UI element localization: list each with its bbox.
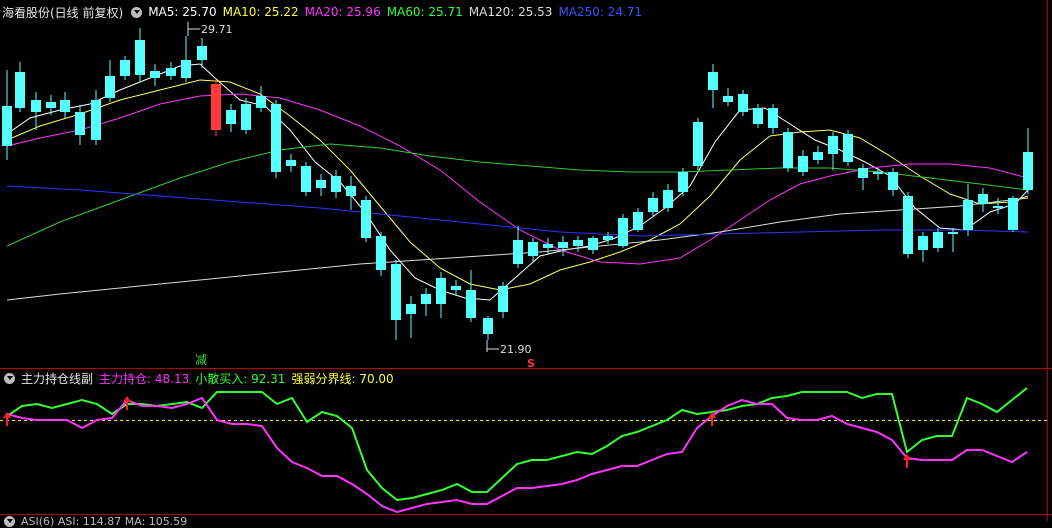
- candle-body: [1008, 198, 1018, 230]
- candle-body: [286, 160, 296, 166]
- ma5-value: MA5: 25.70: [148, 5, 217, 19]
- candle-body: [301, 166, 311, 192]
- candle-body: [993, 206, 1003, 208]
- main-holding-value: 主力持仓: 48.13: [99, 371, 190, 386]
- candle-body: [708, 72, 718, 90]
- ma250-value: MA250: 24.71: [558, 5, 643, 19]
- candle-body: [241, 104, 251, 130]
- candle-body: [211, 84, 221, 130]
- candle-body: [858, 168, 868, 178]
- dropdown-icon[interactable]: [4, 515, 15, 527]
- candle-body: [783, 132, 793, 168]
- candle-body: [588, 238, 598, 250]
- candle-body: [150, 71, 160, 78]
- candle-body: [316, 180, 326, 188]
- ma60-value: MA60: 25.71: [386, 5, 463, 19]
- candle-body: [768, 108, 778, 128]
- candle-body: [75, 112, 85, 135]
- candle-body: [91, 100, 101, 140]
- sell-marker: S: [527, 357, 535, 370]
- candle-body: [197, 46, 207, 60]
- candle-body: [693, 122, 703, 166]
- candle-body: [528, 242, 538, 256]
- candle-body: [135, 40, 145, 75]
- reduce-marker: 减: [195, 353, 207, 367]
- candle-body: [903, 196, 913, 254]
- asi-header: ASI(6) ASI: 114.87 MA: 105.59: [0, 514, 193, 528]
- candle-body: [663, 190, 673, 208]
- candle-body: [543, 244, 553, 248]
- candle-body: [843, 134, 853, 162]
- candle-body: [603, 236, 613, 240]
- candle-body: [60, 100, 70, 112]
- candle-body: [105, 76, 115, 98]
- candle-body: [421, 294, 431, 304]
- candle-body: [948, 232, 958, 234]
- candle-body: [391, 264, 401, 320]
- candle-body: [873, 172, 883, 174]
- candle-body: [828, 136, 838, 154]
- candle-body: [933, 232, 943, 248]
- candle-body: [1023, 152, 1033, 190]
- candle-body: [120, 60, 130, 76]
- candle-body: [31, 100, 41, 112]
- high-price-label: 29.71: [201, 23, 233, 36]
- candle-body: [963, 200, 973, 230]
- candle-body: [46, 102, 56, 108]
- candle-body: [361, 200, 371, 238]
- indicator-title: 主力持仓线副: [21, 371, 94, 386]
- candle-body: [648, 198, 658, 212]
- candle-body: [573, 240, 583, 246]
- candle-body: [166, 68, 176, 76]
- candle-body: [466, 290, 476, 318]
- candle-body: [451, 286, 461, 290]
- low-price-label: 21.90: [500, 343, 532, 356]
- asi-label: ASI(6) ASI: 114.87 MA: 105.59: [21, 514, 188, 528]
- candle-body: [181, 60, 191, 78]
- candle-body: [918, 236, 928, 250]
- candle-body: [436, 278, 446, 304]
- candle-body: [678, 172, 688, 192]
- candle-body: [346, 186, 356, 196]
- candle-body: [798, 156, 808, 172]
- candle-body: [483, 318, 493, 334]
- candle-body: [813, 152, 823, 160]
- candle-body: [226, 110, 236, 124]
- candle-body: [15, 72, 25, 108]
- candle-body: [498, 286, 508, 312]
- candle-body: [376, 236, 386, 270]
- candle-body: [618, 218, 628, 246]
- candle-body: [513, 240, 523, 264]
- ma120-value: MA120: 25.53: [468, 5, 553, 19]
- stock-title: 海看股份(日线 前复权): [2, 5, 124, 20]
- candle-body: [888, 172, 898, 190]
- candle-body: [558, 242, 568, 248]
- ma20-value: MA20: 25.96: [304, 5, 381, 19]
- candle-body: [331, 176, 341, 192]
- retail-buy-value: 小散买入: 92.31: [195, 371, 286, 386]
- candle-body: [723, 96, 733, 102]
- candle-body: [738, 94, 748, 112]
- candle-body: [256, 96, 266, 108]
- threshold-value: 强弱分界线: 70.00: [291, 371, 394, 386]
- price-header: 海看股份(日线 前复权) MA5: 25.70 MA10: 25.22 MA20…: [0, 3, 648, 21]
- candle-body: [633, 212, 643, 230]
- ma10-value: MA10: 25.22: [222, 5, 299, 19]
- dropdown-icon[interactable]: [131, 6, 143, 18]
- candle-body: [271, 104, 281, 172]
- dropdown-icon[interactable]: [4, 372, 15, 384]
- indicator-header: 主力持仓线副 主力持仓: 48.13 小散买入: 92.31 强弱分界线: 70…: [0, 369, 400, 387]
- chart-canvas[interactable]: 29.71 21.90 减 S: [0, 0, 1052, 521]
- candle-body: [978, 194, 988, 204]
- candle-body: [2, 106, 12, 146]
- candle-body: [406, 304, 416, 314]
- candle-body: [753, 108, 763, 124]
